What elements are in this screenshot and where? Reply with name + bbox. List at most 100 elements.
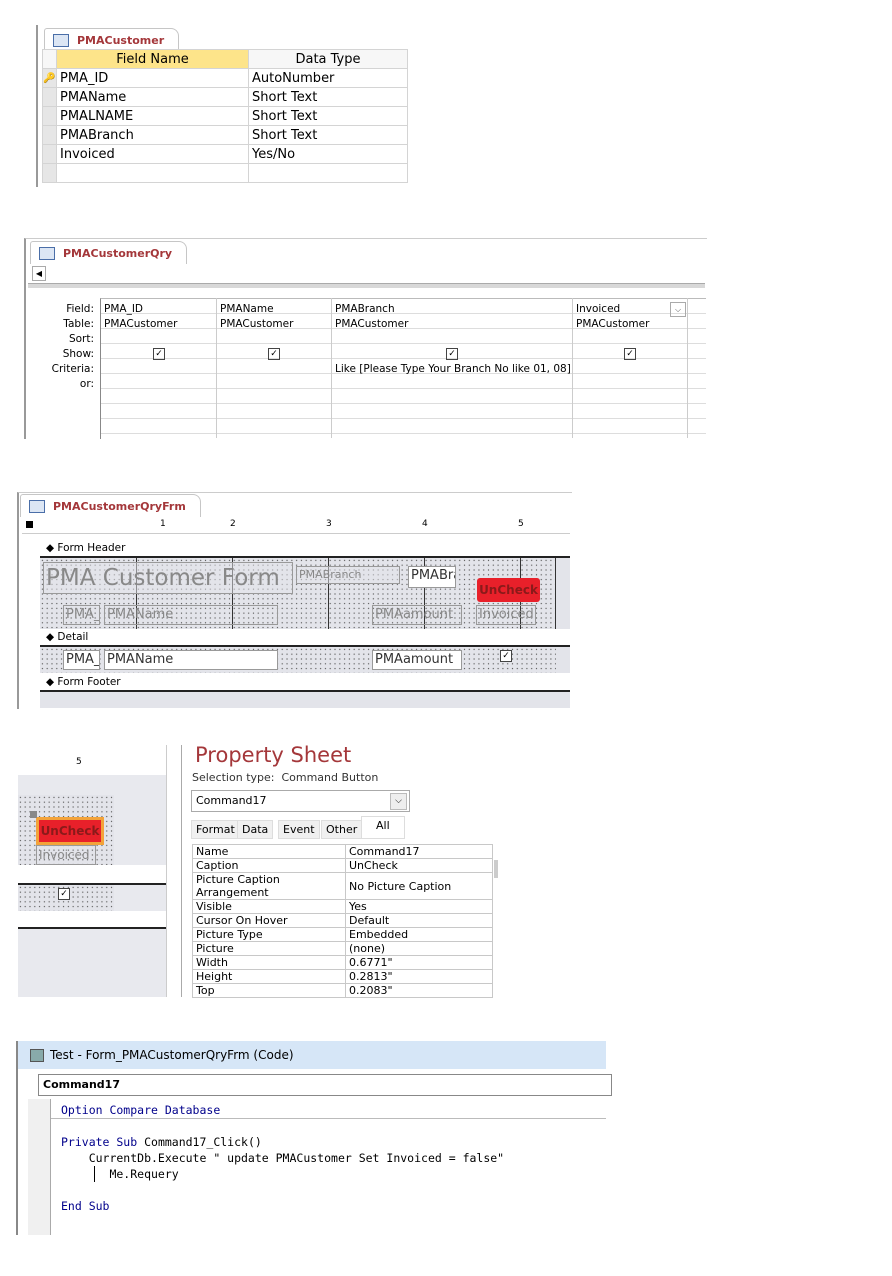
- pane-splitter[interactable]: [28, 283, 705, 288]
- uncheck-button[interactable]: UnCheck: [477, 578, 540, 602]
- property-value[interactable]: No Picture Caption: [345, 872, 493, 900]
- field-cell[interactable]: PMAName: [220, 303, 274, 315]
- code-line[interactable]: CurrentDb.Execute " update PMACustomer S…: [61, 1151, 504, 1165]
- table-cell[interactable]: PMACustomer: [576, 318, 649, 330]
- property-scrollbar[interactable]: [494, 860, 498, 878]
- field-name-cell[interactable]: PMA_ID: [56, 68, 249, 88]
- pma-amount-textbox[interactable]: PMAamount: [372, 650, 462, 670]
- property-value[interactable]: (none): [345, 941, 493, 956]
- invoiced-label[interactable]: Invoiced: [36, 845, 96, 865]
- field-name-cell[interactable]: PMABranch: [56, 125, 249, 145]
- form-selector[interactable]: [26, 521, 33, 528]
- code-line[interactable]: Private Sub Command17_Click(): [61, 1135, 262, 1149]
- data-type-cell[interactable]: AutoNumber: [248, 68, 408, 88]
- property-row[interactable]: Visible Yes: [192, 899, 493, 914]
- object-select[interactable]: Command17 ⌵: [191, 790, 410, 812]
- property-value[interactable]: Yes: [345, 899, 493, 914]
- property-value[interactable]: Command17: [345, 844, 493, 859]
- field-name-cell[interactable]: PMAName: [56, 87, 249, 107]
- table-row[interactable]: [42, 163, 408, 183]
- table-row[interactable]: PMABranch Short Text: [42, 125, 408, 145]
- detail-bar[interactable]: ◆ Detail: [40, 629, 570, 647]
- data-type-cell[interactable]: Short Text: [248, 87, 408, 107]
- table-cell[interactable]: PMACustomer: [335, 318, 408, 330]
- data-type-cell[interactable]: Yes/No: [248, 144, 408, 164]
- invoiced-checkbox[interactable]: ✓: [58, 888, 70, 900]
- chevron-down-icon[interactable]: ⌵: [390, 793, 407, 810]
- property-row[interactable]: Picture Type Embedded: [192, 927, 493, 942]
- property-row[interactable]: Name Command17: [192, 844, 493, 859]
- field-cell[interactable]: PMABranch: [335, 303, 395, 315]
- table-row[interactable]: Invoiced Yes/No: [42, 144, 408, 164]
- branch-label[interactable]: PMABranch: [296, 566, 400, 584]
- criteria-cell[interactable]: Like [Please Type Your Branch No like 01…: [335, 363, 571, 375]
- property-row[interactable]: Cursor On Hover Default: [192, 913, 493, 928]
- property-row[interactable]: Picture Caption Arrangement No Picture Ca…: [192, 872, 493, 900]
- tab-pmacustomerqry[interactable]: PMACustomerQry: [30, 241, 188, 264]
- show-checkbox[interactable]: ✓: [446, 348, 458, 360]
- tab-all[interactable]: All: [361, 816, 405, 839]
- uncheck-button-selected[interactable]: UnCheck: [36, 817, 104, 845]
- table-cell[interactable]: PMACustomer: [220, 318, 293, 330]
- property-row[interactable]: Picture (none): [192, 941, 493, 956]
- form-header-bar[interactable]: ◆ Form Header: [40, 540, 570, 558]
- property-value[interactable]: 0.6771": [345, 955, 493, 970]
- property-value[interactable]: UnCheck: [345, 858, 493, 873]
- tab-pmacustomerqryfrm[interactable]: PMACustomerQryFrm: [20, 494, 201, 517]
- property-name: Visible: [192, 899, 346, 914]
- data-type-cell[interactable]: [248, 163, 408, 183]
- show-checkbox[interactable]: ✓: [624, 348, 636, 360]
- property-row[interactable]: Caption UnCheck: [192, 858, 493, 873]
- tab-data[interactable]: Data: [237, 820, 274, 839]
- code-line[interactable]: End Sub: [61, 1199, 109, 1213]
- form-icon: [29, 500, 45, 513]
- property-name: Picture Caption Arrangement: [192, 872, 346, 900]
- property-value[interactable]: Embedded: [345, 927, 493, 942]
- object-dropdown[interactable]: Command17: [38, 1074, 612, 1096]
- tab-pmacustomer[interactable]: PMACustomer: [44, 28, 180, 51]
- form-title-label[interactable]: PMA Customer Form: [43, 562, 293, 594]
- property-row[interactable]: Height 0.2813": [192, 969, 493, 984]
- field-cell[interactable]: PMA_ID: [104, 303, 143, 315]
- property-value[interactable]: Default: [345, 913, 493, 928]
- form-footer-bar[interactable]: ◆ Form Footer: [40, 674, 570, 692]
- property-value[interactable]: 0.2813": [345, 969, 493, 984]
- data-type-cell[interactable]: Short Text: [248, 125, 408, 145]
- scroll-left-button[interactable]: ◀: [32, 266, 46, 281]
- tab-other[interactable]: Other: [321, 820, 363, 839]
- code-line[interactable]: Option Compare Database: [61, 1103, 220, 1117]
- data-type-cell[interactable]: Short Text: [248, 106, 408, 126]
- property-row[interactable]: Width 0.6771": [192, 955, 493, 970]
- pma-id-label[interactable]: PMA_: [63, 605, 100, 625]
- pma-id-textbox[interactable]: PMA_: [63, 650, 100, 670]
- field-name-cell[interactable]: [56, 163, 249, 183]
- field-name-cell[interactable]: PMALNAME: [56, 106, 249, 126]
- move-handle[interactable]: [30, 811, 37, 818]
- ruler-number: 2: [230, 519, 236, 529]
- field-cell[interactable]: Invoiced: [576, 303, 620, 315]
- table-row[interactable]: PMALNAME Short Text: [42, 106, 408, 126]
- table-row[interactable]: PMAName Short Text: [42, 87, 408, 107]
- property-sheet-title: Property Sheet: [195, 743, 352, 767]
- table-cell[interactable]: PMACustomer: [104, 318, 177, 330]
- branch-textbox[interactable]: PMABra: [408, 566, 456, 588]
- pma-name-label[interactable]: PMAName: [104, 605, 278, 625]
- property-row[interactable]: Top 0.2083": [192, 983, 493, 998]
- show-checkbox[interactable]: ✓: [153, 348, 165, 360]
- invoiced-checkbox[interactable]: ✓: [500, 650, 512, 662]
- form-footer-section: [40, 692, 570, 708]
- scrollbar[interactable]: [166, 745, 181, 997]
- show-checkbox[interactable]: ✓: [268, 348, 280, 360]
- property-value[interactable]: 0.2083": [345, 983, 493, 998]
- field-name-cell[interactable]: Invoiced: [56, 144, 249, 164]
- field-dropdown-button[interactable]: ⌵: [670, 302, 686, 317]
- pma-name-textbox[interactable]: PMAName: [104, 650, 278, 670]
- tab-format[interactable]: Format: [191, 820, 240, 839]
- property-name: Top: [192, 983, 346, 998]
- pma-amount-label[interactable]: PMAamount: [372, 605, 462, 625]
- tab-event[interactable]: Event: [278, 820, 320, 839]
- label-table: Table:: [63, 318, 94, 330]
- table-row[interactable]: 🔑 PMA_ID AutoNumber: [42, 68, 408, 88]
- invoiced-label[interactable]: Invoiced: [476, 605, 536, 625]
- code-line[interactable]: Me.Requery: [61, 1167, 178, 1181]
